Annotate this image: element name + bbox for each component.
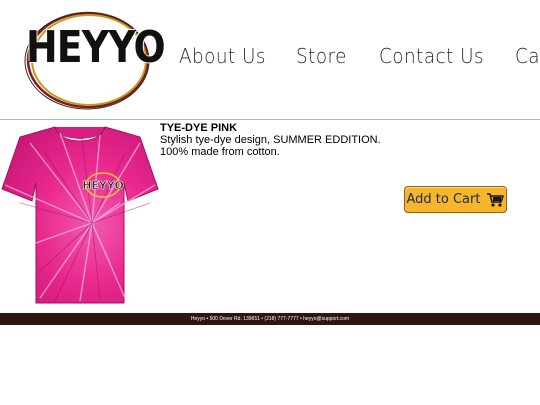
- footer-contact-text: Heyyo • 500 Dover Rd. 139651 • (218) 777…: [190, 316, 350, 322]
- header-divider: [0, 119, 540, 120]
- main-nav: About Us Store Contact Us Cart: [179, 44, 540, 68]
- nav-contact-us[interactable]: Contact Us: [379, 44, 484, 68]
- shopping-cart-icon: [487, 192, 505, 207]
- add-to-cart-button[interactable]: Add to Cart: [404, 186, 507, 213]
- site-footer: Heyyo • 500 Dover Rd. 139651 • (218) 777…: [0, 313, 540, 325]
- nav-cart[interactable]: Cart: [515, 44, 540, 68]
- product-info: TYE-DYE PINK Stylish tye-dye design, SUM…: [160, 122, 420, 158]
- product-image: HEYYO: [0, 123, 160, 309]
- product-description-line1: Stylish tye-dye design, SUMMER EDDITION.: [160, 134, 381, 146]
- add-to-cart-label: Add to Cart: [406, 192, 481, 207]
- logo-text: HEYYO: [26, 22, 166, 73]
- heyyo-logo[interactable]: HEYYO: [22, 10, 166, 110]
- tshirt-image: HEYYO: [1, 126, 159, 304]
- product-description-line2: 100% made from cotton.: [160, 146, 280, 158]
- shirt-logo-text: HEYYO: [82, 179, 124, 192]
- nav-about-us[interactable]: About Us: [179, 44, 266, 68]
- product-title: TYE-DYE PINK: [160, 122, 238, 134]
- site-header: HEYYO About Us Store Contact Us Cart: [0, 0, 540, 119]
- nav-store[interactable]: Store: [296, 44, 347, 68]
